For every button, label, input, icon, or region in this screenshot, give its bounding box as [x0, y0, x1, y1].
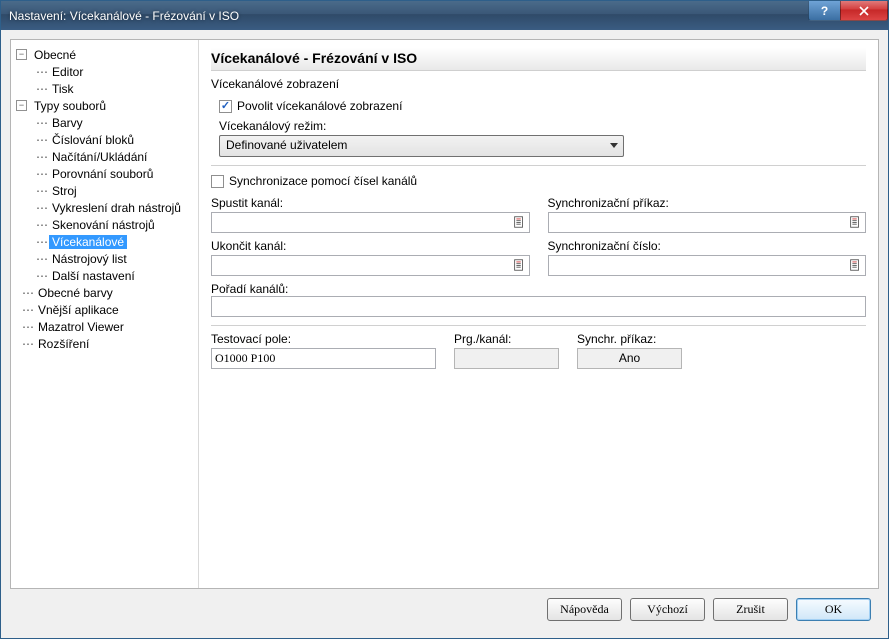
window-title: Nastavení: Vícekanálové - Frézování v IS…: [9, 9, 239, 23]
start-channel-input[interactable]: [211, 212, 530, 233]
tree-node-filetypes[interactable]: −Typy souborů: [14, 97, 195, 114]
collapse-icon[interactable]: −: [16, 100, 27, 111]
browse-icon[interactable]: [511, 257, 527, 273]
settings-panel: Vícekanálové - Frézování v ISO Vícekanál…: [199, 40, 878, 588]
ok-button[interactable]: OK: [796, 598, 871, 621]
tree-node-mazatrol-viewer[interactable]: ⋯Mazatrol Viewer: [14, 318, 195, 335]
settings-window: Nastavení: Vícekanálové - Frézování v IS…: [0, 0, 889, 639]
tree-node-multichannel[interactable]: ⋯Vícekanálové: [14, 233, 195, 250]
tree-node-tool-scan[interactable]: ⋯Skenování nástrojů: [14, 216, 195, 233]
tree-node-file-compare[interactable]: ⋯Porovnání souborů: [14, 165, 195, 182]
collapse-icon[interactable]: −: [16, 49, 27, 60]
channel-order-input[interactable]: [211, 296, 866, 317]
start-channel-label: Spustit kanál:: [211, 196, 530, 210]
tree-node-general[interactable]: −Obecné: [14, 46, 195, 63]
close-button-icon[interactable]: [840, 1, 888, 21]
tree-node-toolpath-draw[interactable]: ⋯Vykreslení drah nástrojů: [14, 199, 195, 216]
dialog-footer: Nápověda Výchozí Zrušit OK: [10, 589, 879, 629]
tree-node-extensions[interactable]: ⋯Rozšíření: [14, 335, 195, 352]
settings-tree[interactable]: −Obecné ⋯Editor ⋯Tisk −Typy souborů ⋯Bar…: [11, 40, 199, 588]
browse-icon[interactable]: [847, 257, 863, 273]
titlebar-buttons: ?: [808, 1, 888, 21]
tree-node-external-apps[interactable]: ⋯Vnější aplikace: [14, 301, 195, 318]
sync-num-input[interactable]: [548, 255, 867, 276]
sync-num-label: Synchronizační číslo:: [548, 239, 867, 253]
default-button[interactable]: Výchozí: [630, 598, 705, 621]
browse-icon[interactable]: [511, 214, 527, 230]
mode-label: Vícekanálový režim:: [219, 119, 866, 133]
divider: [211, 325, 866, 326]
test-field-label: Testovací pole:: [211, 332, 436, 346]
prg-channel-label: Prg./kanál:: [454, 332, 559, 346]
sync-by-numbers-label: Synchronizace pomocí čísel kanálů: [229, 174, 417, 188]
help-button[interactable]: Nápověda: [547, 598, 622, 621]
tree-node-load-save[interactable]: ⋯Načítání/Ukládání: [14, 148, 195, 165]
tree-node-general-colors[interactable]: ⋯Obecné barvy: [14, 284, 195, 301]
client-area: −Obecné ⋯Editor ⋯Tisk −Typy souborů ⋯Bar…: [1, 30, 888, 638]
help-button-icon[interactable]: ?: [808, 1, 840, 21]
browse-icon[interactable]: [847, 214, 863, 230]
tree-node-machine[interactable]: ⋯Stroj: [14, 182, 195, 199]
end-channel-input[interactable]: [211, 255, 530, 276]
tree-node-colors[interactable]: ⋯Barvy: [14, 114, 195, 131]
sync-cmd-result-display: Ano: [577, 348, 682, 369]
cancel-button[interactable]: Zrušit: [713, 598, 788, 621]
sync-cmd-label: Synchronizační příkaz:: [548, 196, 867, 210]
sync-cmd-input[interactable]: [548, 212, 867, 233]
tree-node-other-settings[interactable]: ⋯Další nastavení: [14, 267, 195, 284]
enable-multichannel-label: Povolit vícekanálové zobrazení: [237, 99, 402, 113]
sync-by-numbers-checkbox[interactable]: [211, 175, 224, 188]
end-channel-label: Ukončit kanál:: [211, 239, 530, 253]
titlebar[interactable]: Nastavení: Vícekanálové - Frézování v IS…: [1, 1, 888, 30]
tree-node-tool-list[interactable]: ⋯Nástrojový list: [14, 250, 195, 267]
chevron-down-icon: [610, 143, 618, 148]
prg-channel-display: [454, 348, 559, 369]
tree-node-block-numbering[interactable]: ⋯Číslování bloků: [14, 131, 195, 148]
sync-cmd-result-label: Synchr. příkaz:: [577, 332, 682, 346]
tree-node-editor[interactable]: ⋯Editor: [14, 63, 195, 80]
dialog-body: −Obecné ⋯Editor ⋯Tisk −Typy souborů ⋯Bar…: [10, 39, 879, 589]
page-title: Vícekanálové - Frézování v ISO: [211, 48, 866, 71]
mode-select[interactable]: Definované uživatelem: [219, 135, 624, 157]
enable-multichannel-checkbox[interactable]: [219, 100, 232, 113]
test-field-input[interactable]: [211, 348, 436, 369]
divider: [211, 165, 866, 166]
channel-order-label: Pořadí kanálů:: [211, 282, 288, 296]
tree-node-print[interactable]: ⋯Tisk: [14, 80, 195, 97]
group-display-title: Vícekanálové zobrazení: [211, 77, 866, 91]
mode-value: Definované uživatelem: [226, 138, 347, 152]
